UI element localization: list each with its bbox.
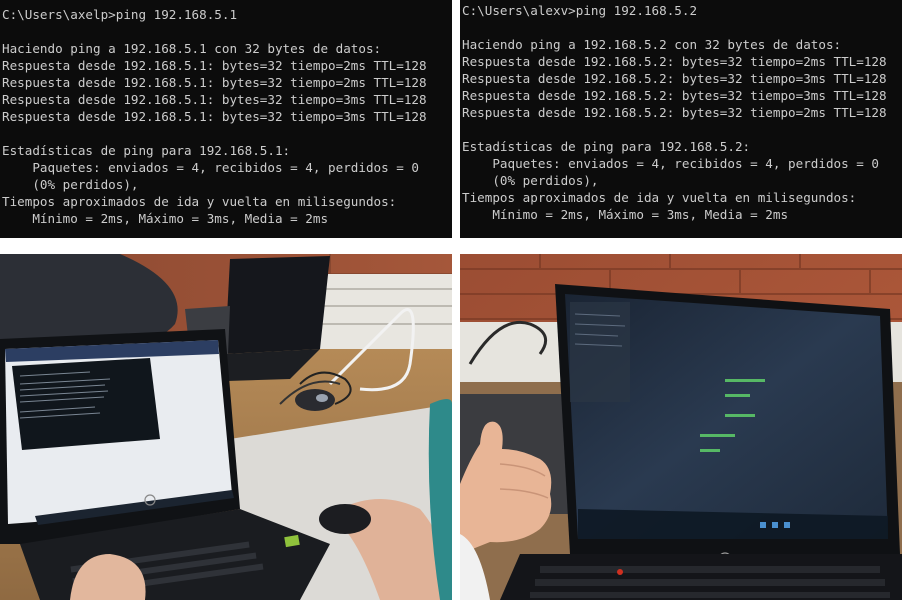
terminal-line: Mínimo = 2ms, Máximo = 3ms, Media = 2ms [462,207,789,222]
photo-illustration-left [0,254,452,600]
terminal-line: Respuesta desde 192.168.5.1: bytes=32 ti… [2,75,427,90]
terminal-line: Estadísticas de ping para 192.168.5.2: [462,139,751,154]
terminal-line: Mínimo = 2ms, Máximo = 3ms, Media = 2ms [2,211,329,226]
terminal-line: C:\Users\alexv>ping 192.168.5.2 [462,3,698,18]
screen-terminal [570,302,630,402]
terminal-line: Paquetes: enviados = 4, recibidos = 4, p… [2,160,420,175]
terminal-line: Respuesta desde 192.168.5.2: bytes=32 ti… [462,88,887,103]
terminal-line: (0% perdidos), [2,177,139,192]
terminal-line: Tiempos aproximados de ida y vuelta en m… [462,190,857,205]
back-mouse [295,389,335,411]
terminal-line: Haciendo ping a 192.168.5.2 con 32 bytes… [462,37,842,52]
terminal-line: Respuesta desde 192.168.5.2: bytes=32 ti… [462,71,887,86]
terminal-line: Estadísticas de ping para 192.168.5.1: [2,143,291,158]
terminal-line: Respuesta desde 192.168.5.2: bytes=32 ti… [462,105,887,120]
terminal-line: C:\Users\axelp>ping 192.168.5.1 [2,7,238,22]
terminal-line: Respuesta desde 192.168.5.1: bytes=32 ti… [2,92,427,107]
terminal-line: Respuesta desde 192.168.5.1: bytes=32 ti… [2,109,427,124]
terminal-line: Haciendo ping a 192.168.5.1 con 32 bytes… [2,41,382,56]
photo-illustration-right [460,254,902,600]
terminal-line: Tiempos aproximados de ida y vuelta en m… [2,194,397,209]
terminal-line: Respuesta desde 192.168.5.2: bytes=32 ti… [462,54,887,69]
terminal-window-left: C:\Users\axelp>ping 192.168.5.1 Haciendo… [0,0,452,238]
front-mouse [319,504,371,534]
back-laptop-lid [225,256,330,354]
terminal-line: Respuesta desde 192.168.5.1: bytes=32 ti… [2,58,427,73]
terminal-line: Paquetes: enviados = 4, recibidos = 4, p… [462,156,880,171]
photo-laptop-ping-left [0,254,452,600]
terminal-window-right: C:\Users\alexv>ping 192.168.5.2 Haciendo… [460,0,902,238]
terminal-line: (0% perdidos), [462,173,599,188]
photo-laptop-thumbsup-right [460,254,902,600]
